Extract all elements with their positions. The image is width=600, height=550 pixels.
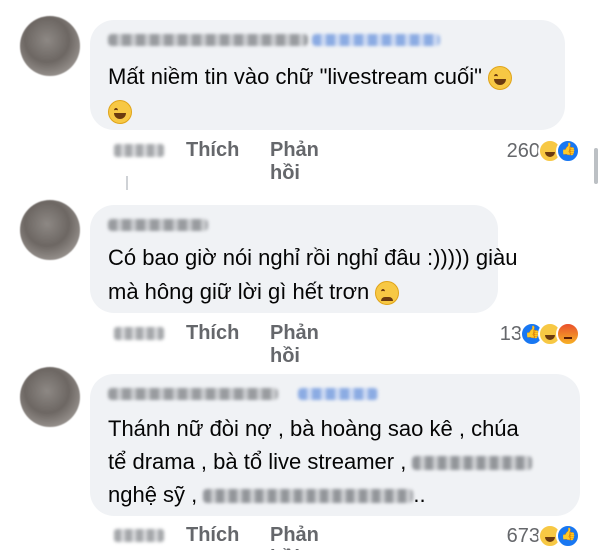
comment-bubble: Mất niềm tin vào chữ "livestream cuối" <box>90 20 565 130</box>
comment-text-line-2 <box>108 94 132 127</box>
reply-button[interactable]: Phản hồi <box>270 524 319 550</box>
comment-text-line-2: mà hông giữ lời gì hết trơn <box>108 275 400 308</box>
reaction-summary[interactable]: 13 <box>500 319 580 349</box>
reaction-count: 673 <box>506 524 540 547</box>
timestamp-blurred[interactable] <box>114 144 164 157</box>
avatar[interactable] <box>20 200 80 260</box>
timestamp-blurred[interactable] <box>114 529 164 542</box>
like-reaction-icon <box>556 139 580 163</box>
blurred-text <box>203 489 414 504</box>
comment-text: Có bao giờ nói nghỉ rồi nghỉ đâu :))))) … <box>108 241 517 274</box>
comment-bubble: Thánh nữ đòi nợ , bà hoàng sao kê , chúa… <box>90 374 580 516</box>
comment-text-line: Thánh nữ đòi nợ , bà hoàng sao kê , chúa <box>108 416 519 441</box>
comment-text-line: Có bao giờ nói nghỉ rồi nghỉ đâu :))))) … <box>108 245 518 270</box>
comment-text: Mất niềm tin vào chữ "livestream cuối" <box>108 60 513 93</box>
commenter-tag-blurred[interactable] <box>312 34 440 46</box>
comment-text-line-3: nghệ sỹ , .. <box>108 478 426 511</box>
like-button[interactable]: Thích <box>186 139 239 162</box>
scrollbar[interactable] <box>594 148 598 184</box>
laughing-emoji-icon <box>488 66 513 91</box>
angry-reaction-icon <box>556 322 580 346</box>
reaction-count: 13 <box>499 322 522 345</box>
commenter-name-blurred[interactable] <box>108 219 208 231</box>
avatar[interactable] <box>20 367 80 427</box>
comment-text: Thánh nữ đòi nợ , bà hoàng sao kê , chúa <box>108 412 519 445</box>
blurred-text <box>412 456 533 471</box>
reaction-summary[interactable]: 673 <box>507 521 580 550</box>
reply-button[interactable]: Phản hồi <box>270 322 319 368</box>
like-button[interactable]: Thích <box>186 524 239 547</box>
comment-text-line: tể drama , bà tổ live streamer , <box>108 449 407 474</box>
comment-text-line: nghệ sỹ , <box>108 482 198 507</box>
commenter-tag-blurred[interactable] <box>298 388 378 400</box>
thread-connector <box>126 176 128 190</box>
reaction-count: 260 <box>506 139 540 162</box>
like-reaction-icon <box>556 524 580 548</box>
avatar[interactable] <box>20 16 80 76</box>
commenter-name-blurred[interactable] <box>108 34 308 46</box>
comment-text-line: Mất niềm tin vào chữ "livestream cuối" <box>108 64 482 89</box>
comment-text-line-2: tể drama , bà tổ live streamer , <box>108 445 533 478</box>
laughing-emoji-icon <box>108 100 132 125</box>
like-button[interactable]: Thích <box>186 322 239 345</box>
reaction-summary[interactable]: 260 <box>507 136 580 166</box>
sad-emoji-icon <box>375 281 400 306</box>
comment-bubble: Có bao giờ nói nghỉ rồi nghỉ đâu :))))) … <box>90 205 517 313</box>
comment-text-line: mà hông giữ lời gì hết trơn <box>108 279 370 304</box>
timestamp-blurred[interactable] <box>114 327 164 340</box>
comment-text-line: .. <box>413 482 426 507</box>
commenter-name-blurred[interactable] <box>108 388 278 400</box>
reply-button[interactable]: Phản hồi <box>270 139 319 185</box>
